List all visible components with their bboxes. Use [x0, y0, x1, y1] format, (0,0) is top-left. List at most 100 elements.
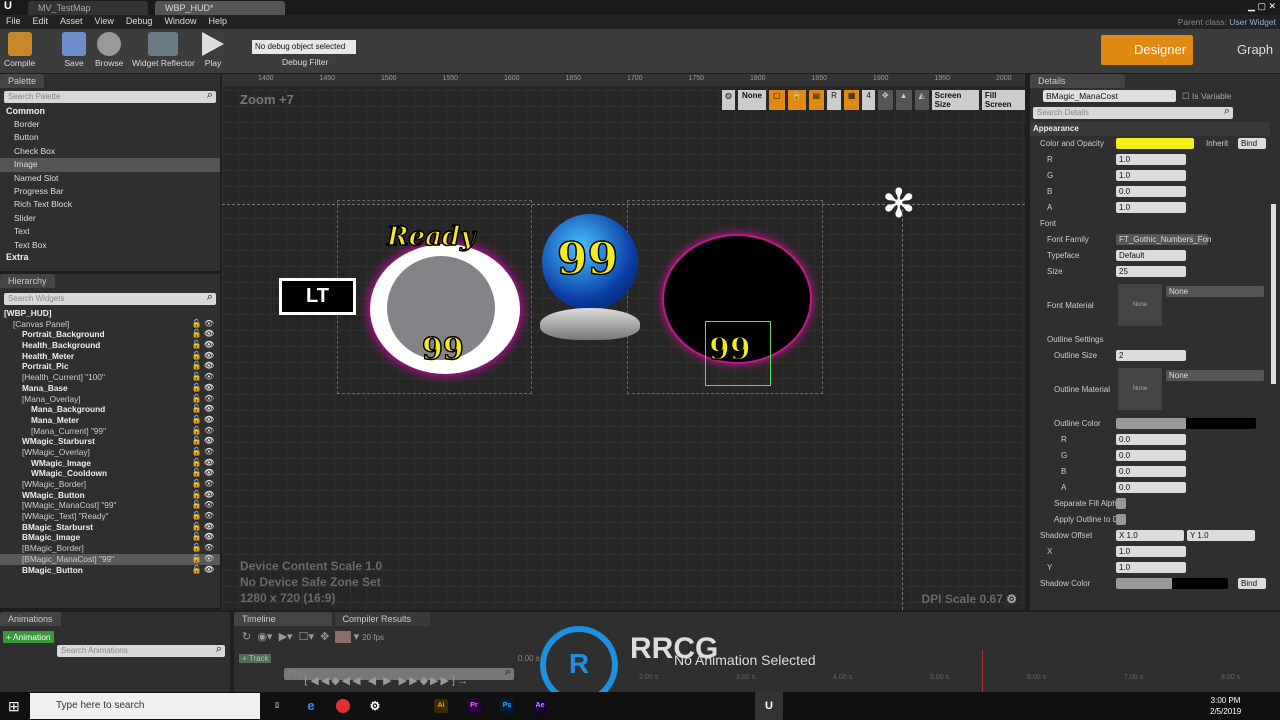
channel-input[interactable]: 0.0: [1116, 482, 1186, 493]
lock-visibility-icons[interactable]: 🔓 👁: [192, 383, 214, 394]
edge-icon[interactable]: e: [304, 699, 318, 713]
palette-item[interactable]: Text Box: [0, 239, 220, 252]
palette-category-common[interactable]: Common: [0, 106, 220, 118]
window-controls[interactable]: ▁ ▢ ✕: [1248, 1, 1276, 12]
dpi-scale[interactable]: DPI Scale 0.67 ⚙: [922, 592, 1018, 606]
hierarchy-item[interactable]: [BMagic_Border] 🔓 👁: [0, 543, 220, 554]
hierarchy-item[interactable]: WMagic_Cooldown 🔓 👁: [0, 468, 220, 479]
hierarchy-item[interactable]: WMagic_Starburst 🔓 👁: [0, 436, 220, 447]
clock[interactable]: 3:00 PM 2/5/2019: [1210, 695, 1241, 717]
wmagic-ready-text[interactable]: Ready: [386, 221, 476, 253]
settings-icon[interactable]: ⚙: [368, 699, 382, 713]
hierarchy-search-input[interactable]: Search Widgets: [4, 291, 216, 305]
bind-dropdown[interactable]: Bind: [1238, 138, 1266, 149]
lock-visibility-icons[interactable]: 🔓 👁: [192, 319, 214, 330]
palette-search-input[interactable]: Search Palette: [4, 89, 216, 103]
hierarchy-item[interactable]: [WBP_HUD]: [0, 308, 220, 319]
channel-input[interactable]: 0.0: [1116, 466, 1186, 477]
premiere-icon[interactable]: Pr: [467, 699, 481, 713]
hierarchy-item[interactable]: [BMagic_ManaCost] "99" 🔓 👁: [0, 553, 220, 565]
photoshop-icon[interactable]: Ps: [500, 699, 514, 713]
channel-input[interactable]: 1.0: [1116, 170, 1186, 181]
is-variable-checkbox[interactable]: ☐ Is Variable: [1182, 91, 1232, 102]
designer-mode-button[interactable]: Designer: [1101, 35, 1193, 65]
shadow-x-input[interactable]: 1.0: [1116, 546, 1186, 557]
hierarchy-item[interactable]: [WMagic_ManaCost] "99" 🔓 👁: [0, 500, 220, 511]
channel-input[interactable]: 0.0: [1116, 450, 1186, 461]
channel-input[interactable]: 0.0: [1116, 434, 1186, 445]
lock-visibility-icons[interactable]: 🔓 👁: [192, 415, 214, 426]
size-input[interactable]: 25: [1116, 266, 1186, 277]
menu-asset[interactable]: Asset: [54, 15, 89, 27]
details-search-input[interactable]: Search Details: [1033, 105, 1233, 119]
hierarchy-item[interactable]: [WMagic_Border] 🔓 👁: [0, 479, 220, 490]
lock-visibility-icons[interactable]: 🔓 👁: [192, 447, 214, 458]
browse-button[interactable]: Browse: [95, 32, 123, 68]
lock-visibility-icons[interactable]: 🔓 👁: [192, 394, 214, 405]
hierarchy-item[interactable]: [Mana_Current] "99" 🔓 👁: [0, 426, 220, 437]
palette-item[interactable]: Text: [0, 225, 220, 238]
parent-class-link[interactable]: User Widget: [1229, 17, 1276, 27]
snap-toggle[interactable]: ▢: [768, 90, 785, 110]
lock-visibility-icons[interactable]: 🔓 👁: [192, 351, 214, 362]
hierarchy-item[interactable]: [Health_Current] "100" 🔓 👁: [0, 372, 220, 383]
hierarchy-item[interactable]: Portrait_Background 🔓 👁: [0, 329, 220, 340]
layout-toggle[interactable]: ▤: [808, 90, 825, 110]
shadow-offset-y[interactable]: Y 1.0: [1187, 530, 1255, 541]
hierarchy-item[interactable]: Portrait_Pic 🔓 👁: [0, 361, 220, 372]
details-scrollbar[interactable]: [1271, 204, 1276, 384]
palette-tab[interactable]: Palette: [0, 74, 45, 88]
hierarchy-item[interactable]: [WMagic_Overlay] 🔓 👁: [0, 447, 220, 458]
shadow-color-swatch[interactable]: [1116, 578, 1228, 589]
grid-size[interactable]: 4: [862, 90, 875, 110]
lock-visibility-icons[interactable]: 🔓 👁: [192, 522, 214, 533]
hierarchy-item[interactable]: Mana_Meter 🔓 👁: [0, 415, 220, 426]
mana-current-text[interactable]: 99: [556, 233, 619, 286]
compiler-results-tab[interactable]: Compiler Results: [334, 612, 430, 626]
apply-outline-checkbox[interactable]: [1116, 514, 1126, 525]
palette-item[interactable]: Border: [0, 118, 220, 131]
playback-controls[interactable]: ⁅◀◀◆◀◀ ◀ ▶ ▶▶◆▶▶⁆→: [304, 674, 470, 687]
widget-name-input[interactable]: BMagic_ManaCost: [1043, 90, 1176, 102]
lock-visibility-icons[interactable]: 🔓 👁: [192, 554, 214, 565]
hierarchy-item[interactable]: BMagic_Starburst 🔓 👁: [0, 522, 220, 533]
lock-visibility-icons[interactable]: 🔓 👁: [192, 511, 214, 522]
shadow-bind-dropdown[interactable]: Bind: [1238, 578, 1266, 589]
lock-visibility-icons[interactable]: 🔓 👁: [192, 458, 214, 469]
timeline-tab[interactable]: Timeline: [234, 612, 332, 626]
shadow-offset-x[interactable]: X 1.0: [1116, 530, 1184, 541]
details-tab[interactable]: Details: [1030, 74, 1125, 88]
typeface-dropdown[interactable]: Default: [1116, 250, 1186, 261]
mirror-icon[interactable]: ◭: [914, 90, 929, 110]
wmagic-manacost-text[interactable]: 99: [421, 331, 464, 368]
menu-edit[interactable]: Edit: [27, 15, 55, 27]
image-icon[interactable]: ▲: [895, 90, 912, 110]
tab-wbp-hud[interactable]: WBP_HUD*: [155, 1, 285, 15]
hierarchy-item[interactable]: Health_Background 🔓 👁: [0, 340, 220, 351]
r-toggle[interactable]: R: [827, 90, 841, 110]
lock-visibility-icons[interactable]: 🔓 👁: [192, 361, 214, 372]
play-button[interactable]: Play: [202, 32, 224, 68]
animations-search-input[interactable]: Search Animations: [57, 643, 225, 657]
outline-color-swatch[interactable]: [1116, 418, 1256, 429]
gear-icon[interactable]: ⚙: [1006, 592, 1017, 606]
lock-visibility-icons[interactable]: 🔓 👁: [192, 543, 214, 554]
lock-visibility-icons[interactable]: 🔓 👁: [192, 565, 214, 576]
lock-visibility-icons[interactable]: 🔓 👁: [192, 436, 214, 447]
palette-item[interactable]: Named Slot: [0, 172, 220, 185]
hierarchy-item[interactable]: Health_Meter 🔓 👁: [0, 351, 220, 362]
designer-canvas[interactable]: 1400 1450 1500 1550 1600 1650 1700 1750 1800 1850…: [222, 74, 1025, 610]
outline-material-dropdown[interactable]: None: [1166, 370, 1264, 381]
palette-item[interactable]: Slider: [0, 212, 220, 225]
hierarchy-item[interactable]: BMagic_Button 🔓 👁: [0, 565, 220, 576]
hierarchy-item[interactable]: Mana_Background 🔓 👁: [0, 404, 220, 415]
font-material-dropdown[interactable]: None: [1166, 286, 1264, 297]
lock-visibility-icons[interactable]: 🔓 👁: [192, 340, 214, 351]
palette-item[interactable]: Button: [0, 131, 220, 144]
chrome-icon[interactable]: [336, 699, 350, 713]
separate-fill-alpha-checkbox[interactable]: [1116, 498, 1126, 509]
lt-button-image[interactable]: LT: [279, 278, 356, 315]
lock-visibility-icons[interactable]: 🔓 👁: [192, 372, 214, 383]
shadow-y-input[interactable]: 1.0: [1116, 562, 1186, 573]
localization-none-dropdown[interactable]: None: [737, 90, 766, 110]
